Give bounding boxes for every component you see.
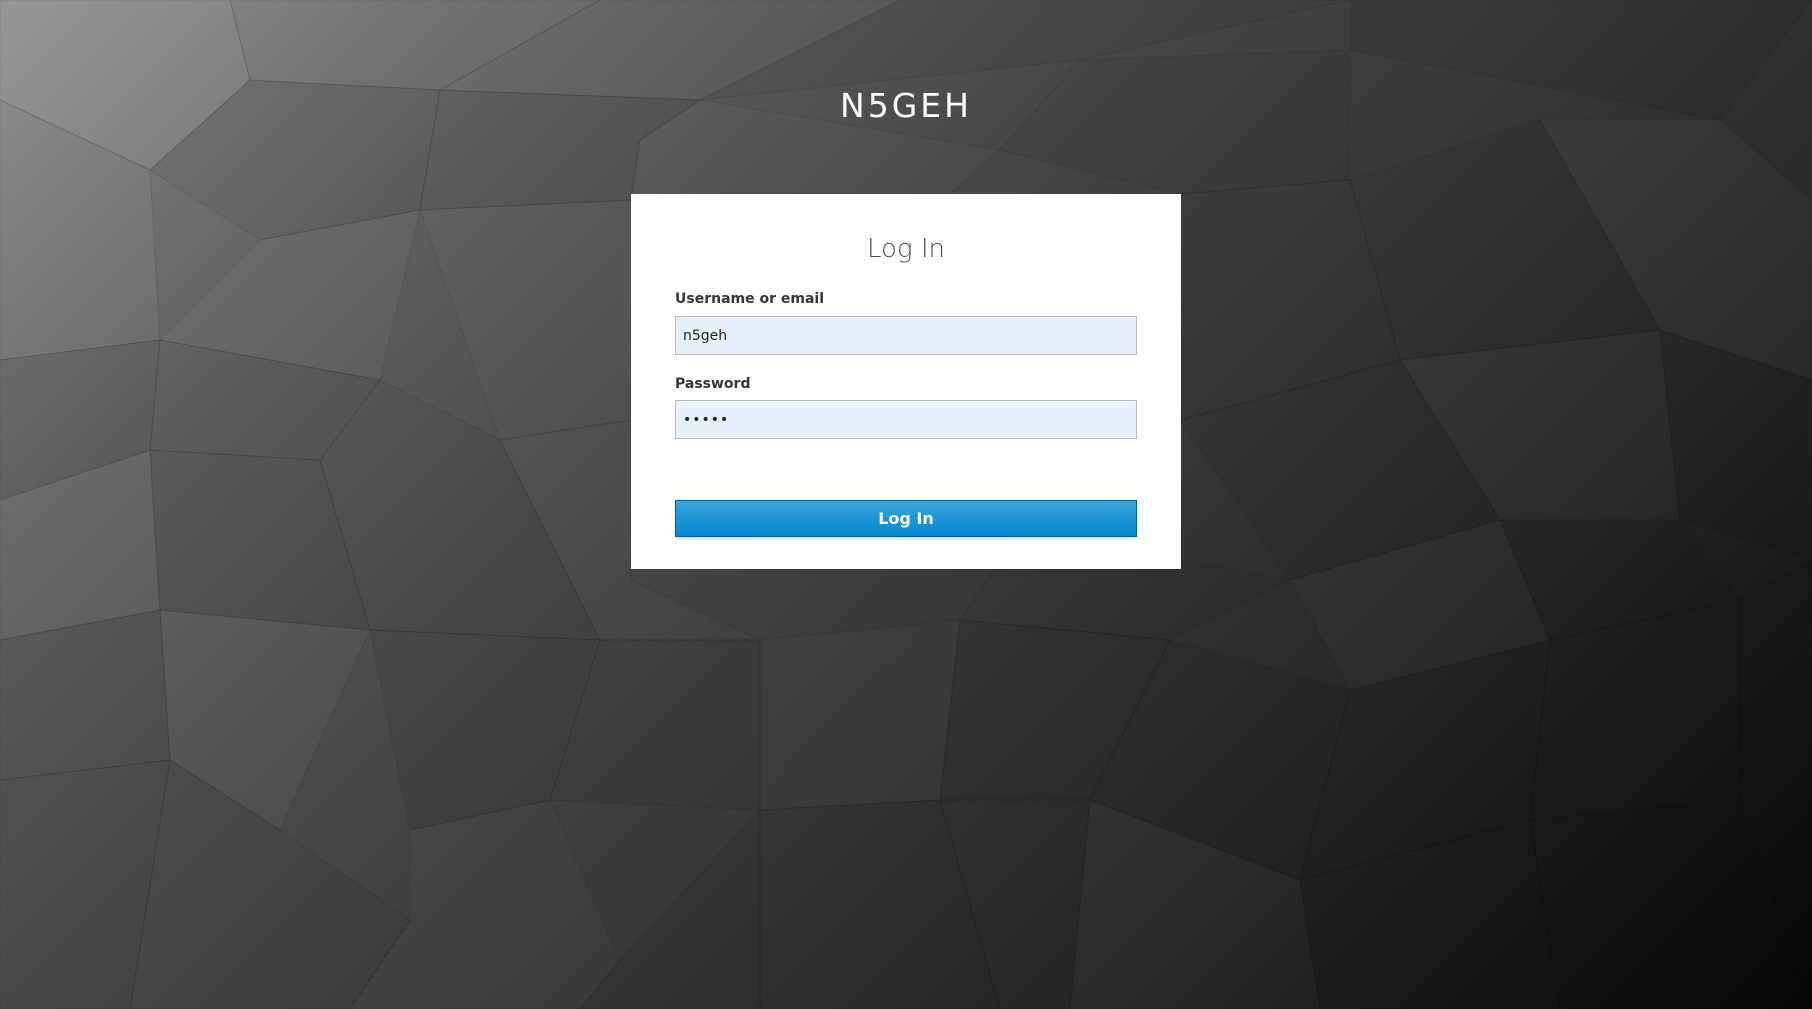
login-card: Log In Username or email Password Log In bbox=[631, 194, 1181, 569]
login-button[interactable]: Log In bbox=[675, 500, 1137, 537]
password-label: Password bbox=[675, 376, 751, 392]
login-heading: Log In bbox=[867, 234, 945, 264]
username-input[interactable] bbox=[675, 316, 1137, 355]
username-label: Username or email bbox=[675, 291, 824, 307]
login-page: N5GEH Log In Username or email Password … bbox=[0, 0, 1812, 1009]
password-input[interactable] bbox=[675, 400, 1137, 439]
realm-title: N5GEH bbox=[840, 86, 972, 125]
